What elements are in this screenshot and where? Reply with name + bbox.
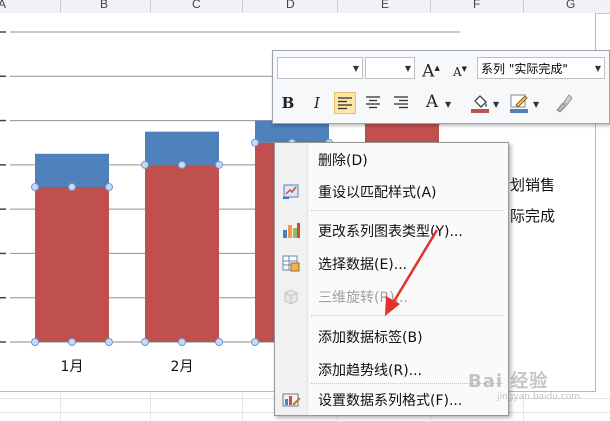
- annotation-arrow: [385, 229, 439, 316]
- baidu-watermark-url: jingyan.baidu.com: [497, 392, 581, 402]
- baidu-watermark: Bai 经验: [468, 371, 549, 392]
